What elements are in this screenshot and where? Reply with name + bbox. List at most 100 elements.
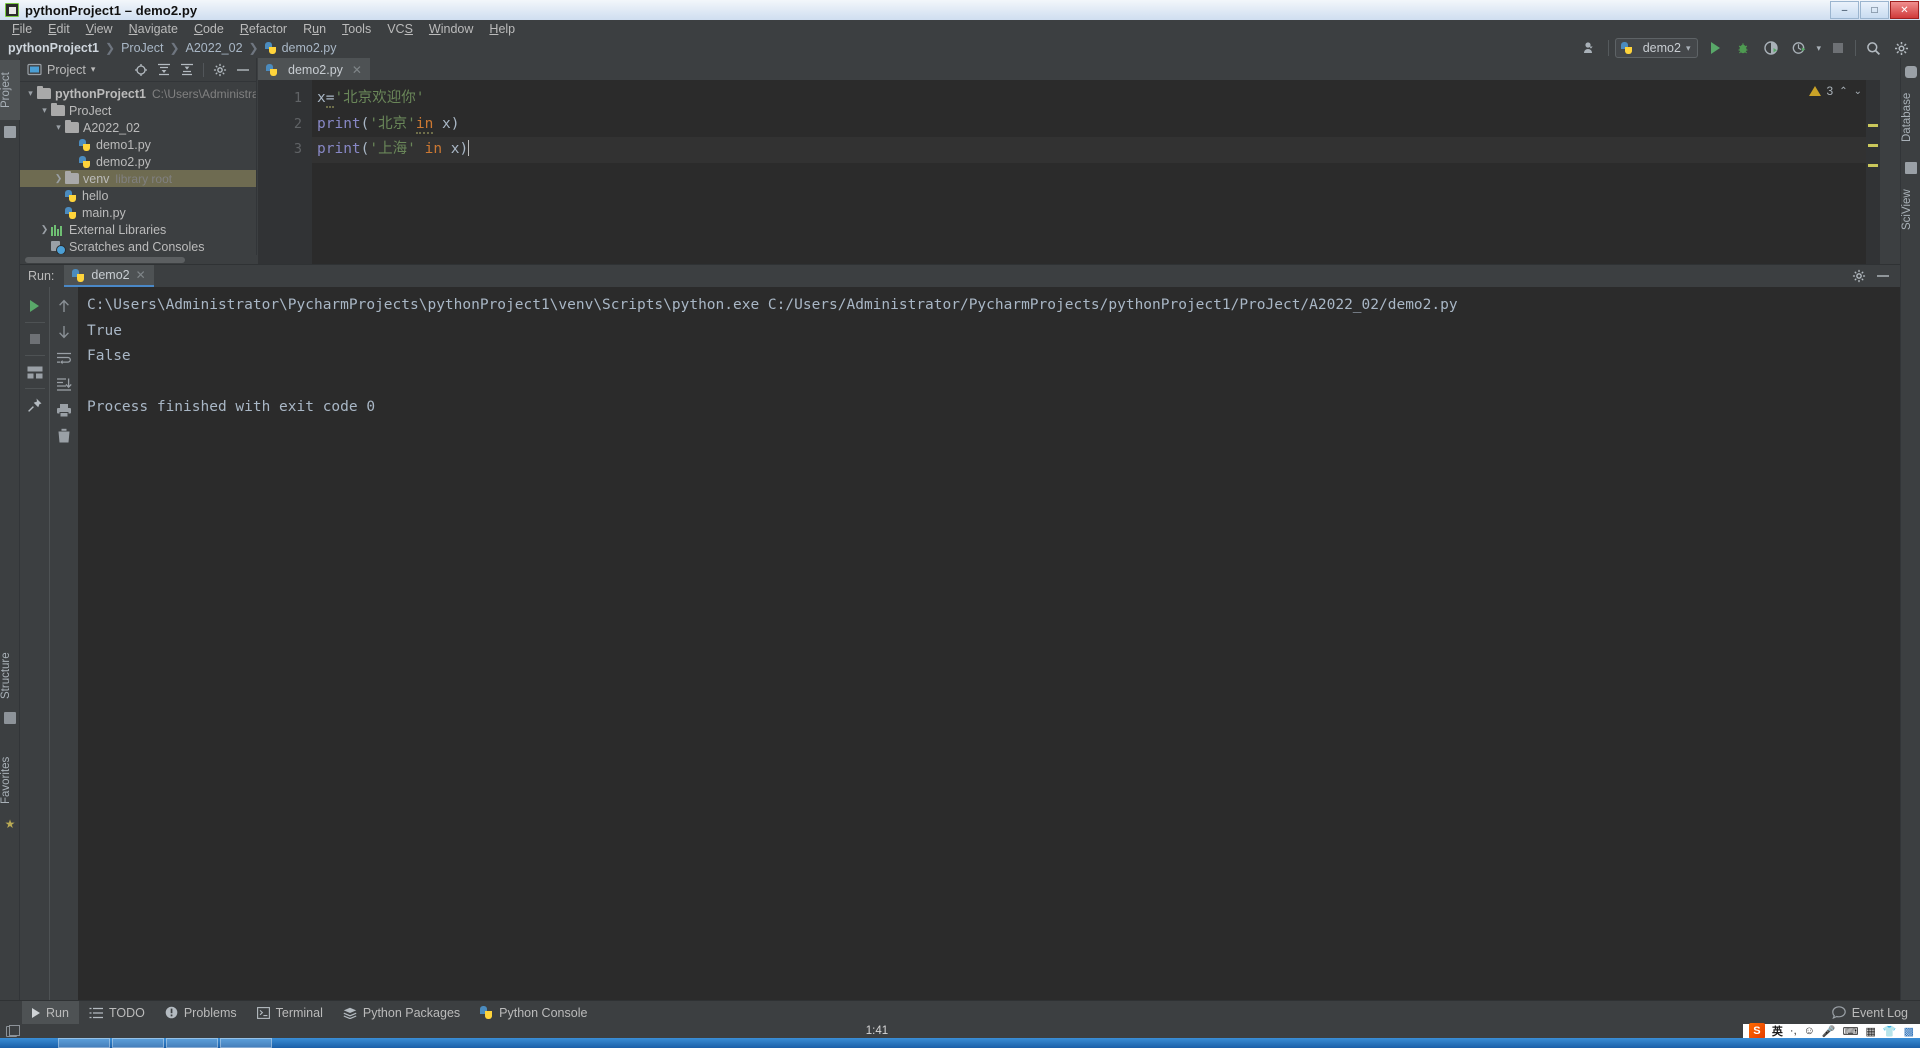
punctuation-icon[interactable]: ·,	[1790, 1025, 1797, 1037]
mic-icon[interactable]: 🎤	[1822, 1025, 1836, 1038]
gear-icon[interactable]	[1852, 269, 1866, 283]
collapse-all-icon[interactable]	[157, 63, 171, 77]
sidebar-item-database[interactable]: Database	[1901, 84, 1920, 150]
target-icon[interactable]	[134, 63, 148, 77]
trash-icon[interactable]	[51, 423, 77, 449]
taskbar-item[interactable]	[166, 1038, 218, 1048]
layout-square-icon[interactable]	[6, 1024, 20, 1037]
code-line-1[interactable]: x='北京欢迎你'	[312, 86, 1880, 112]
project-tree-hscrollbar[interactable]	[20, 255, 257, 264]
bottom-tab-terminal[interactable]: Terminal	[247, 1001, 333, 1025]
bottom-tab-todo[interactable]: TODO	[79, 1001, 155, 1025]
bottom-tab-run[interactable]: Run	[22, 1000, 79, 1025]
shirt-icon[interactable]: 👕	[1883, 1025, 1897, 1038]
project-panel-title[interactable]: Project	[47, 63, 86, 77]
tree-row-hello[interactable]: hello	[20, 187, 256, 204]
sidebar-item-project[interactable]: Project	[0, 60, 20, 120]
menu-item-refactor[interactable]: Refactor	[232, 20, 295, 38]
chevron-right-icon[interactable]: ❯	[38, 224, 51, 235]
menu-item-vcs[interactable]: VCS	[379, 20, 421, 38]
down-icon[interactable]	[51, 319, 77, 345]
smiley-icon[interactable]: ☺	[1804, 1025, 1815, 1037]
pin-icon[interactable]	[22, 392, 48, 418]
tree-row-pythonproject1[interactable]: ▾ pythonProject1 C:\Users\Administrator\…	[20, 85, 256, 102]
bottom-tab-python-console[interactable]: Python Console	[470, 1001, 597, 1025]
hide-icon[interactable]	[236, 63, 250, 77]
taskbar-item[interactable]	[112, 1038, 164, 1048]
close-icon[interactable]: ✕	[136, 268, 146, 282]
gear-icon[interactable]	[213, 63, 227, 77]
tree-row-demo2[interactable]: demo2.py	[20, 153, 256, 170]
ime-language-indicator[interactable]: 英	[1772, 1023, 1783, 1039]
event-log-label[interactable]: Event Log	[1852, 1006, 1908, 1020]
chevron-down-icon[interactable]: ▾	[91, 64, 96, 75]
tree-row-main[interactable]: main.py	[20, 204, 256, 221]
bottom-tab-python-packages[interactable]: Python Packages	[333, 1001, 470, 1025]
expand-all-icon[interactable]	[180, 63, 194, 77]
sidebar-item-sciview[interactable]: SciView	[1901, 180, 1920, 240]
maximize-button[interactable]: □	[1860, 1, 1889, 19]
chevron-down-icon[interactable]: ▾	[1816, 43, 1821, 54]
close-button[interactable]: ✕	[1890, 1, 1919, 19]
tree-row-project[interactable]: ▾ ProJect	[20, 102, 256, 119]
coverage-icon[interactable]	[1760, 38, 1782, 58]
up-icon[interactable]	[51, 293, 77, 319]
menu-item-edit[interactable]: Edit	[40, 20, 78, 38]
taskbar-item[interactable]	[58, 1038, 110, 1048]
run-tab-demo2[interactable]: demo2 ✕	[64, 265, 154, 287]
menu-item-window[interactable]: Window	[421, 20, 481, 38]
menu-item-navigate[interactable]: Navigate	[121, 20, 186, 38]
chevron-down-icon[interactable]: ⌄	[1854, 86, 1862, 97]
sidebar-item-structure[interactable]: Structure	[0, 644, 20, 708]
sidebar-item-favorites[interactable]: Favorites	[0, 746, 20, 814]
bottom-tab-problems[interactable]: Problems	[155, 1001, 247, 1025]
breadcrumb-file[interactable]: demo2.py	[264, 41, 337, 55]
tree-row-demo1[interactable]: demo1.py	[20, 136, 256, 153]
project-tree[interactable]: ▾ pythonProject1 C:\Users\Administrator\…	[20, 83, 256, 254]
layout-icon[interactable]	[22, 359, 48, 385]
tree-row-external-libraries[interactable]: ❯ External Libraries	[20, 221, 256, 238]
profile-icon[interactable]	[1788, 38, 1810, 58]
gear-icon[interactable]	[1890, 38, 1912, 58]
scroll-to-end-icon[interactable]	[51, 371, 77, 397]
breadcrumb-a2022[interactable]: A2022_02	[186, 41, 243, 55]
breadcrumb-projectdir[interactable]: ProJect	[121, 41, 163, 55]
menu-item-code[interactable]: Code	[186, 20, 232, 38]
minimize-button[interactable]: –	[1830, 1, 1859, 19]
taskbar-item[interactable]	[220, 1038, 272, 1048]
code-editor[interactable]: 1 2 3 x='北京欢迎你' print('北京'in x) print('上…	[258, 80, 1880, 264]
soft-wrap-icon[interactable]	[51, 345, 77, 371]
chevron-up-icon[interactable]: ⌃	[1839, 86, 1847, 97]
close-icon[interactable]: ✕	[352, 63, 362, 77]
stop-icon[interactable]	[1827, 38, 1849, 58]
code-lines[interactable]: x='北京欢迎你' print('北京'in x) print('上海' in …	[312, 80, 1880, 264]
menu-item-help[interactable]: Help	[481, 20, 523, 38]
run-console-output[interactable]: C:\Users\Administrator\PycharmProjects\p…	[78, 287, 1900, 1000]
menu-item-view[interactable]: View	[78, 20, 121, 38]
folder-icon[interactable]	[4, 126, 16, 138]
menu-item-file[interactable]: File	[4, 20, 40, 38]
chevron-down-icon[interactable]: ▾	[24, 88, 37, 99]
run-configuration-selector[interactable]: demo2 ▾	[1614, 38, 1699, 58]
search-icon[interactable]	[1862, 38, 1884, 58]
chevron-down-icon[interactable]: ▾	[38, 105, 51, 116]
run-icon[interactable]	[1704, 38, 1726, 58]
toolbox-icon[interactable]: ▦	[1865, 1025, 1875, 1038]
rerun-icon[interactable]	[22, 293, 48, 319]
debug-icon[interactable]	[1732, 38, 1754, 58]
stop-icon[interactable]	[22, 326, 48, 352]
print-icon[interactable]	[51, 397, 77, 423]
minimize-icon[interactable]	[1876, 269, 1890, 283]
chevron-right-icon[interactable]: ❯	[52, 173, 65, 184]
chevron-down-icon[interactable]: ▾	[52, 122, 65, 133]
apps-icon[interactable]: ▩	[1904, 1025, 1914, 1038]
sogou-logo[interactable]: S	[1748, 1023, 1765, 1039]
tree-row-venv[interactable]: ❯ venv library root	[20, 170, 256, 187]
tree-row-scratches[interactable]: Scratches and Consoles	[20, 238, 256, 254]
menu-item-tools[interactable]: Tools	[334, 20, 379, 38]
keyboard-icon[interactable]: ⌨	[1843, 1025, 1859, 1038]
editor-marker-track[interactable]	[1866, 80, 1880, 264]
breadcrumb-project[interactable]: pythonProject1	[8, 41, 99, 55]
menu-item-run[interactable]: Run	[295, 20, 334, 38]
code-line-3[interactable]: print('上海' in x)	[312, 137, 1880, 163]
